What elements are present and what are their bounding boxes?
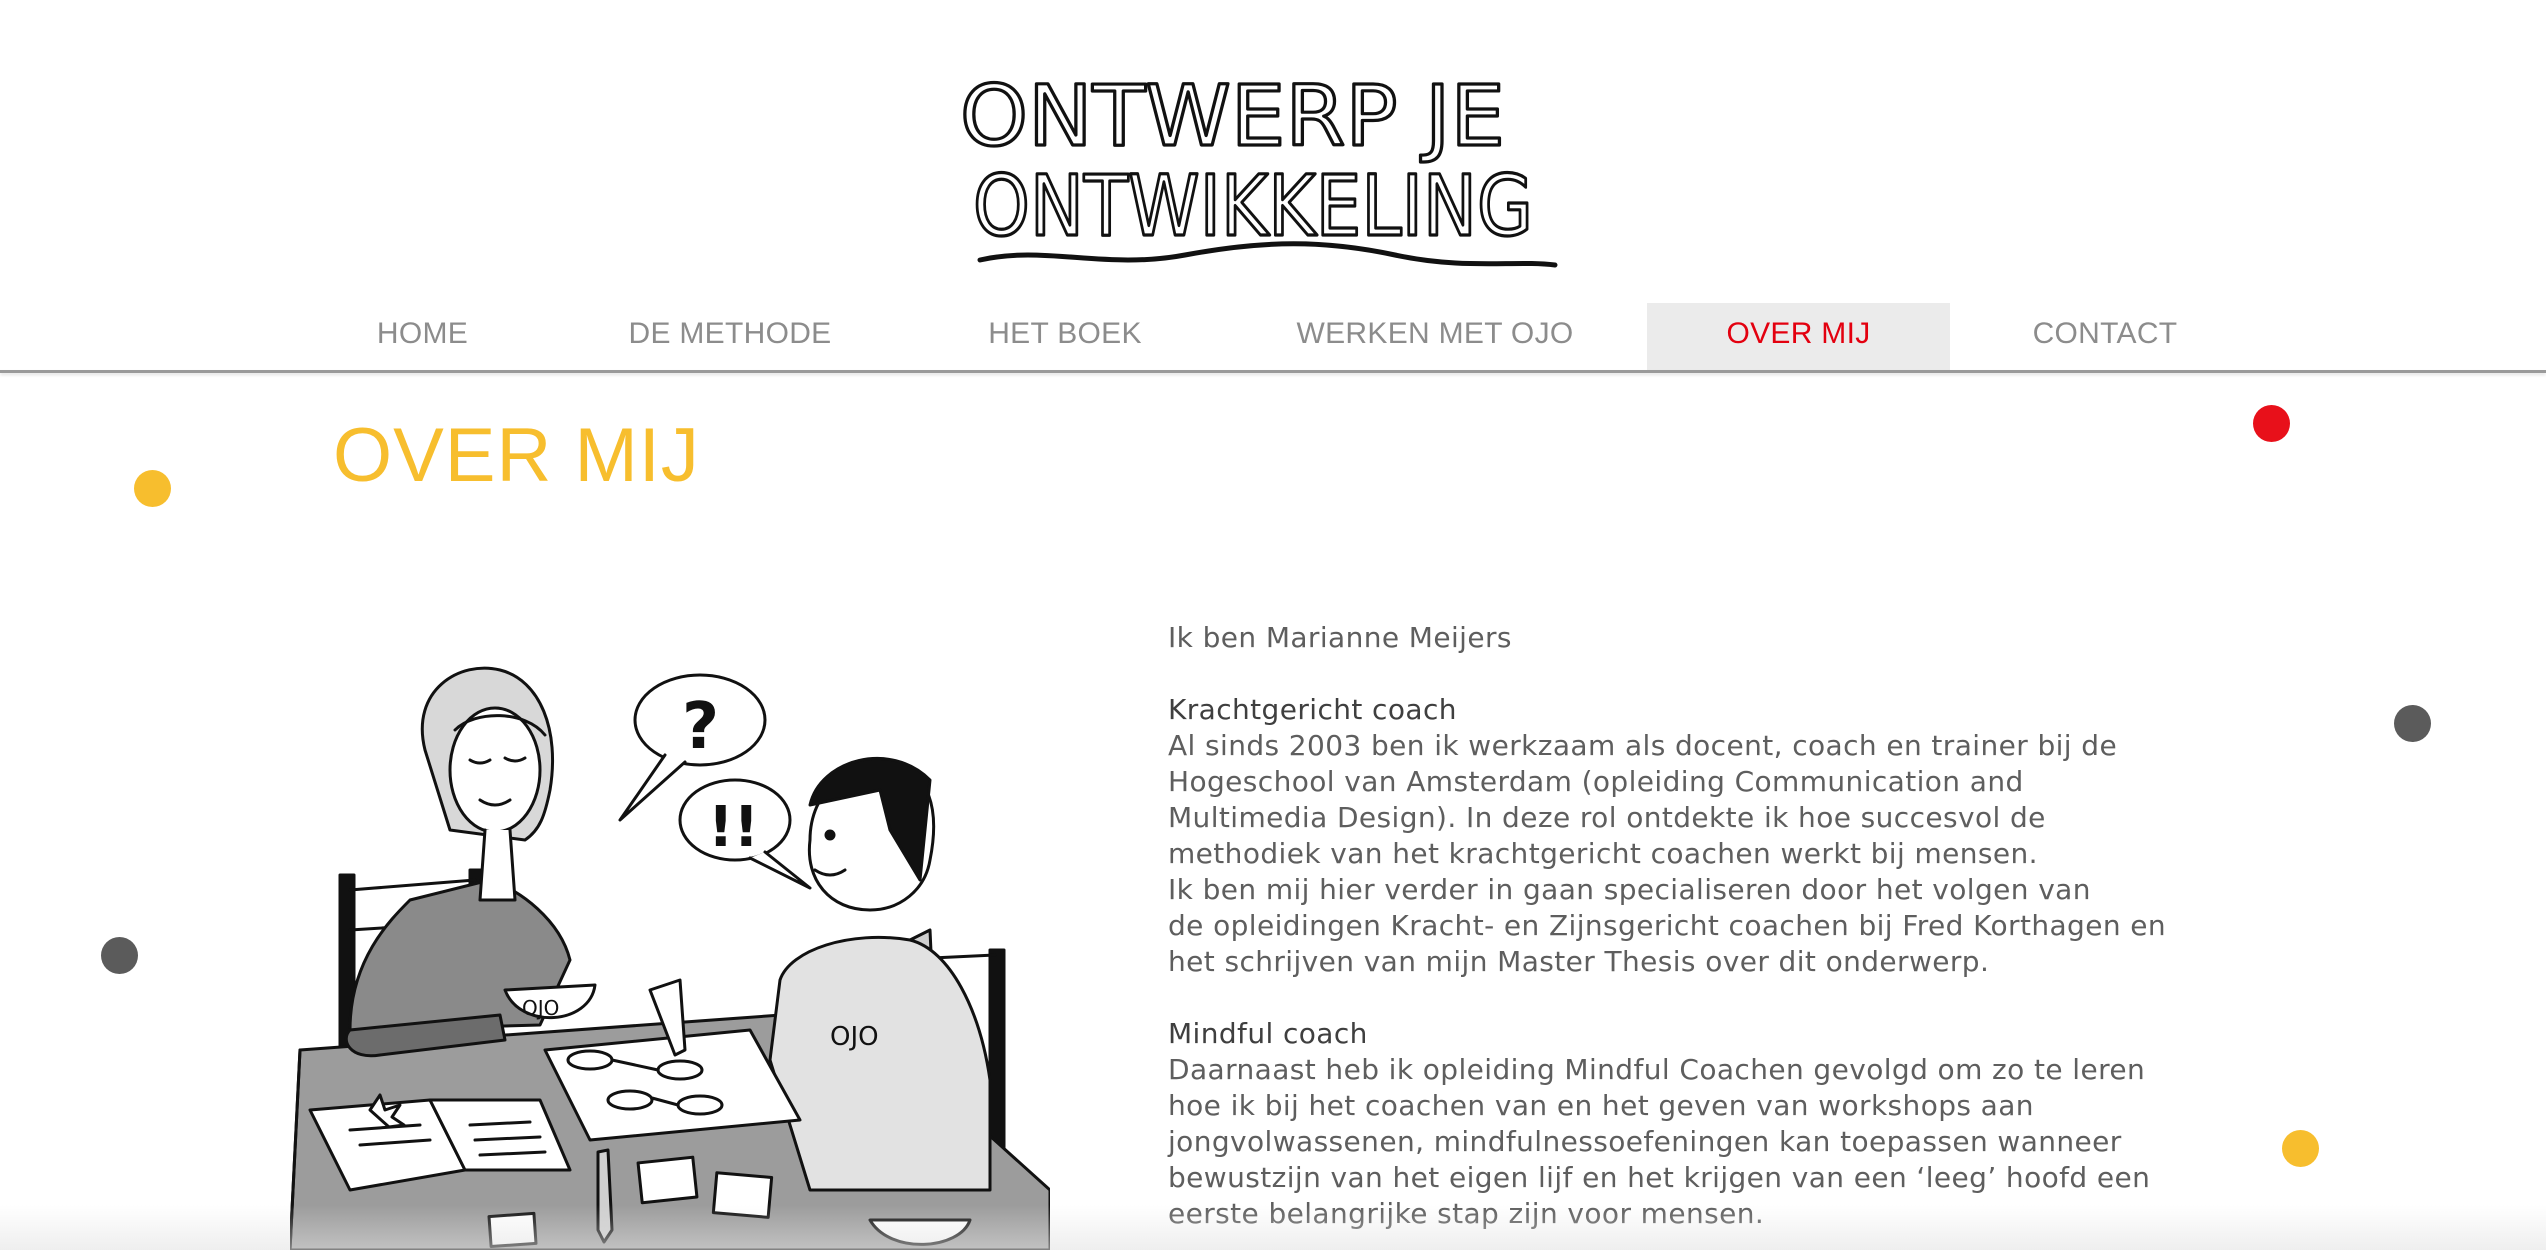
site-logo[interactable]: ONTWERP JE ONTWIKKELING: [955, 55, 1565, 275]
bio-text: Ik ben Marianne Meijers Krachtgericht co…: [1168, 620, 2188, 1232]
bio-intro: Ik ben Marianne Meijers: [1168, 621, 1512, 654]
bio-line: Multimedia Design). In deze rol ontdekte…: [1168, 801, 2046, 834]
section-heading-krachtgericht: Krachtgericht coach: [1168, 693, 1457, 726]
bio-line: Daarnaast heb ik opleiding Mindful Coach…: [1168, 1053, 2146, 1086]
decor-dot-grey: [2394, 705, 2431, 742]
coaching-illustration: OJO ? !! OJO: [290, 666, 1050, 1250]
logo-line-1: ONTWERP JE: [960, 67, 1505, 165]
nav-divider: [0, 370, 2546, 373]
bio-line: het schrijven van mijn Master Thesis ove…: [1168, 945, 1990, 978]
bio-line: hoe ik bij het coachen van en het geven …: [1168, 1089, 2034, 1122]
decor-dot-red: [2253, 405, 2290, 442]
bubble-question: ?: [682, 690, 719, 764]
bio-line: Ik ben mij hier verder in gaan specialis…: [1168, 873, 2091, 906]
bio-line: Al sinds 2003 ben ik werkzaam als docent…: [1168, 729, 2118, 762]
bio-line: bewustzijn van het eigen lijf en het kri…: [1168, 1161, 2151, 1194]
nav-over-mij[interactable]: OVER MIJ: [1647, 303, 1950, 370]
decor-dot-grey: [101, 937, 138, 974]
section-heading-mindful: Mindful coach: [1168, 1017, 1368, 1050]
decor-dot-yellow: [2282, 1130, 2319, 1167]
bio-line: methodiek van het krachtgericht coachen …: [1168, 837, 2038, 870]
cup-label: OJO: [522, 996, 559, 1020]
bio-line: Hogeschool van Amsterdam (opleiding Comm…: [1168, 765, 2024, 798]
page-title: OVER MIJ: [333, 413, 700, 498]
bio-line: jongvolwassenen, mindfulnessoefeningen k…: [1168, 1125, 2122, 1158]
nav-werken-met-ojo[interactable]: WERKEN MET OJO: [1270, 303, 1600, 370]
decor-dot-yellow: [134, 470, 171, 507]
bubble-exclaim: !!: [708, 795, 759, 860]
nav-het-boek[interactable]: HET BOEK: [960, 303, 1170, 370]
bio-line: de opleidingen Kracht- en Zijnsgericht c…: [1168, 909, 2167, 942]
logo-line-2: ONTWIKKELING: [973, 157, 1533, 255]
main-nav: HOME DE METHODE HET BOEK WERKEN MET OJO …: [0, 303, 2546, 370]
bio-line: eerste belangrijke stap zijn voor mensen…: [1168, 1197, 1765, 1230]
nav-de-methode[interactable]: DE METHODE: [600, 303, 860, 370]
shirt-label: OJO: [830, 1022, 879, 1052]
nav-contact[interactable]: CONTACT: [1990, 303, 2220, 370]
nav-home[interactable]: HOME: [330, 303, 515, 370]
